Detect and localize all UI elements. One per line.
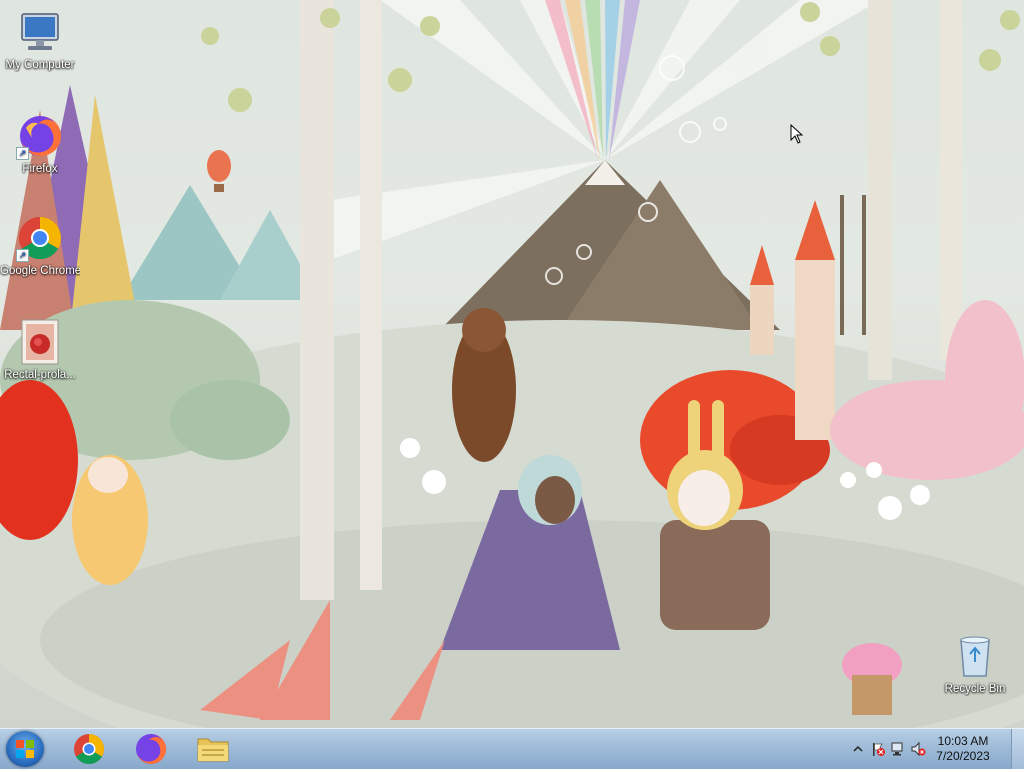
desktop-icon-label: Rectal-prola... [4, 369, 76, 381]
clock-time: 10:03 AM [937, 734, 989, 748]
desktop-icon-label: Recycle Bin [944, 683, 1006, 695]
volume-muted-icon[interactable] [910, 741, 926, 757]
taskbar-chrome-button[interactable] [62, 731, 116, 767]
chrome-icon [74, 734, 105, 765]
desktop-icon-label: My Computer [5, 59, 75, 71]
network-icon[interactable] [890, 741, 906, 757]
action-center-flag-icon[interactable] [870, 741, 886, 757]
desktop-icon-label: Firefox [22, 163, 58, 175]
desktop-icon-image-file[interactable]: Rectal-prola... [0, 318, 80, 382]
windows-logo-icon [16, 740, 34, 758]
desktop-icon-label: Google Chrome [0, 265, 80, 277]
system-tray: 10:03 AM 7/20/2023 [834, 729, 1024, 769]
recycle-bin-icon [951, 632, 999, 680]
folder-icon [197, 738, 229, 762]
start-button[interactable] [6, 731, 44, 767]
shortcut-arrow-icon: ↗ [16, 249, 29, 262]
show-desktop-button[interactable] [1011, 729, 1024, 769]
desktop-icon-firefox[interactable]: ↗ Firefox [0, 112, 80, 176]
show-hidden-icons-chevron[interactable] [850, 741, 866, 757]
desktop: My Computer ↗ Firefox ↗ Google Chrome Re… [0, 0, 1024, 728]
firefox-icon [136, 733, 167, 764]
taskbar-clock[interactable]: 10:03 AM 7/20/2023 [926, 734, 1000, 764]
chrome-icon: ↗ [16, 214, 64, 262]
taskbar: 10:03 AM 7/20/2023 [0, 728, 1024, 769]
image-file-icon [16, 318, 64, 366]
taskbar-explorer-button[interactable] [186, 731, 240, 767]
desktop-icon-recycle-bin[interactable]: Recycle Bin [935, 632, 1015, 696]
mouse-cursor-icon [790, 124, 804, 144]
shortcut-arrow-icon: ↗ [16, 147, 29, 160]
wallpaper [0, 0, 1024, 728]
firefox-icon: ↗ [16, 112, 64, 160]
desktop-icon-my-computer[interactable]: My Computer [0, 8, 80, 72]
desktop-icon-google-chrome[interactable]: ↗ Google Chrome [0, 214, 80, 278]
clock-date: 7/20/2023 [936, 749, 990, 763]
taskbar-firefox-button[interactable] [124, 731, 178, 767]
computer-icon [16, 8, 64, 56]
